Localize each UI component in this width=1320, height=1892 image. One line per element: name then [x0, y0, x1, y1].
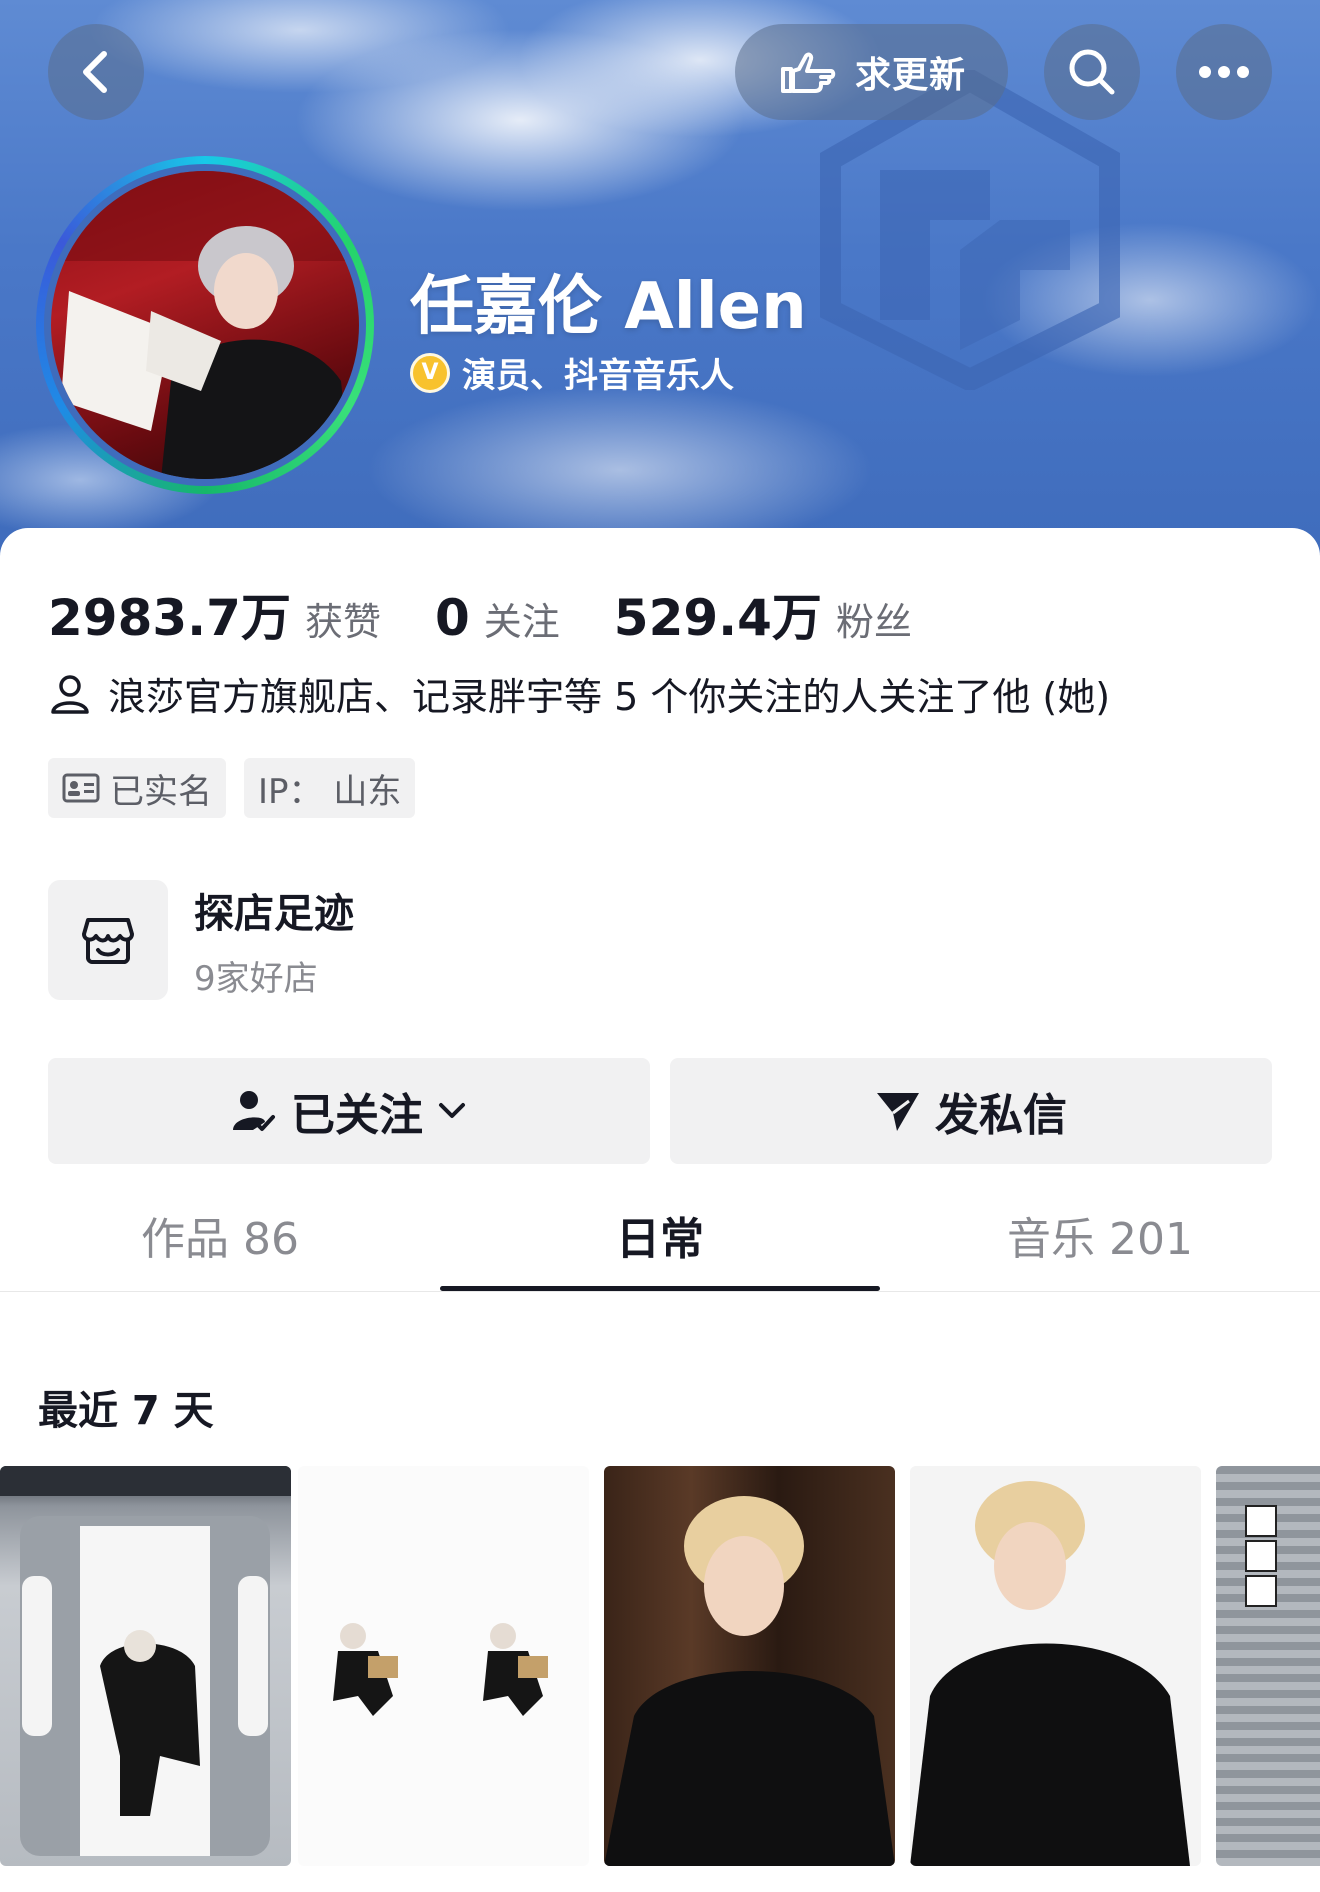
- mutual-follow-row[interactable]: 浪莎官方旗舰店、记录胖宇等 5 个你关注的人关注了他 (她): [48, 666, 1110, 721]
- likes-label[interactable]: 获赞: [305, 591, 381, 646]
- send-icon: [877, 1093, 919, 1131]
- hand-point-icon: [780, 52, 836, 93]
- thumbnail-image: [0, 1466, 291, 1856]
- stats-row: 2983.7万 获赞 0 关注 529.4万 粉丝: [48, 578, 966, 650]
- profile-card: 2983.7万 获赞 0 关注 529.4万 粉丝 浪莎官方旗舰店、记录胖宇等 …: [0, 528, 1320, 1892]
- message-label: 发私信: [935, 1090, 1067, 1141]
- person-icon: [51, 674, 89, 714]
- tab-works[interactable]: 作品 86: [0, 1188, 440, 1291]
- avatar-ring[interactable]: [36, 156, 374, 494]
- daily-thumbnail[interactable]: [298, 1466, 589, 1866]
- avatar-image: [51, 171, 359, 479]
- avatar: [51, 171, 359, 479]
- user-check-icon: [233, 1091, 275, 1131]
- store-icon: [82, 918, 134, 964]
- back-button[interactable]: [48, 24, 144, 120]
- followed-label: 已关注: [291, 1090, 423, 1141]
- thumbnail-image: [333, 1623, 548, 1716]
- tag-row: 已实名 IP： 山东: [48, 758, 416, 818]
- followers-label[interactable]: 粉丝: [836, 591, 912, 646]
- id-card-icon: [62, 773, 100, 803]
- following-label[interactable]: 关注: [484, 591, 560, 646]
- followed-button[interactable]: 已关注: [48, 1058, 650, 1164]
- following-count[interactable]: 0: [435, 589, 470, 647]
- daily-thumbnail[interactable]: [1216, 1466, 1320, 1866]
- tab-music[interactable]: 音乐 201: [880, 1188, 1320, 1291]
- profile-name: 任嘉伦 Allen: [410, 270, 807, 344]
- thumbnail-image: [604, 1496, 895, 1866]
- request-update-label: 求更新: [854, 55, 966, 96]
- realname-text: 已实名: [110, 771, 212, 812]
- thumbnail-image: [1245, 1505, 1277, 1607]
- content-tabs: 作品 86 日常 音乐 201: [0, 1188, 1320, 1292]
- mutual-follow-text: 浪莎官方旗舰店、记录胖宇等 5 个你关注的人关注了他 (她): [108, 675, 1111, 719]
- verified-icon: V: [410, 352, 450, 393]
- shop-footprint[interactable]: 探店足迹 9家好店: [48, 880, 354, 1000]
- action-row: 已关注 发私信: [48, 1058, 1272, 1164]
- daily-thumbnail[interactable]: [0, 1466, 291, 1866]
- search-icon: [1069, 49, 1115, 95]
- tab-daily[interactable]: 日常: [440, 1188, 880, 1291]
- realname-tag: 已实名: [48, 758, 226, 818]
- verify-row: V 演员、抖音音乐人: [410, 348, 734, 397]
- back-icon: [83, 51, 107, 93]
- message-button[interactable]: 发私信: [670, 1058, 1272, 1164]
- chevron-down-icon: [439, 1103, 465, 1118]
- thumbnail-image: [910, 1481, 1190, 1866]
- followers-count[interactable]: 529.4万: [614, 578, 822, 650]
- ip-text: IP： 山东: [258, 771, 402, 812]
- verify-text: 演员、抖音音乐人: [462, 356, 734, 396]
- daily-thumbnail[interactable]: [604, 1466, 895, 1866]
- shop-subtitle: 9家好店: [194, 958, 318, 999]
- likes-count[interactable]: 2983.7万: [48, 578, 291, 650]
- request-update-button[interactable]: 求更新: [735, 24, 1008, 120]
- more-icon: [1199, 66, 1249, 78]
- daily-thumbnail[interactable]: [910, 1466, 1201, 1866]
- recent-section-label: 最近 7 天: [38, 1388, 214, 1434]
- shop-title: 探店足迹: [194, 890, 354, 937]
- search-button[interactable]: [1044, 24, 1140, 120]
- daily-thumbnails: [0, 1466, 1320, 1866]
- ip-tag: IP： 山东: [244, 758, 416, 818]
- more-button[interactable]: [1176, 24, 1272, 120]
- shop-icon-box: [48, 880, 168, 1000]
